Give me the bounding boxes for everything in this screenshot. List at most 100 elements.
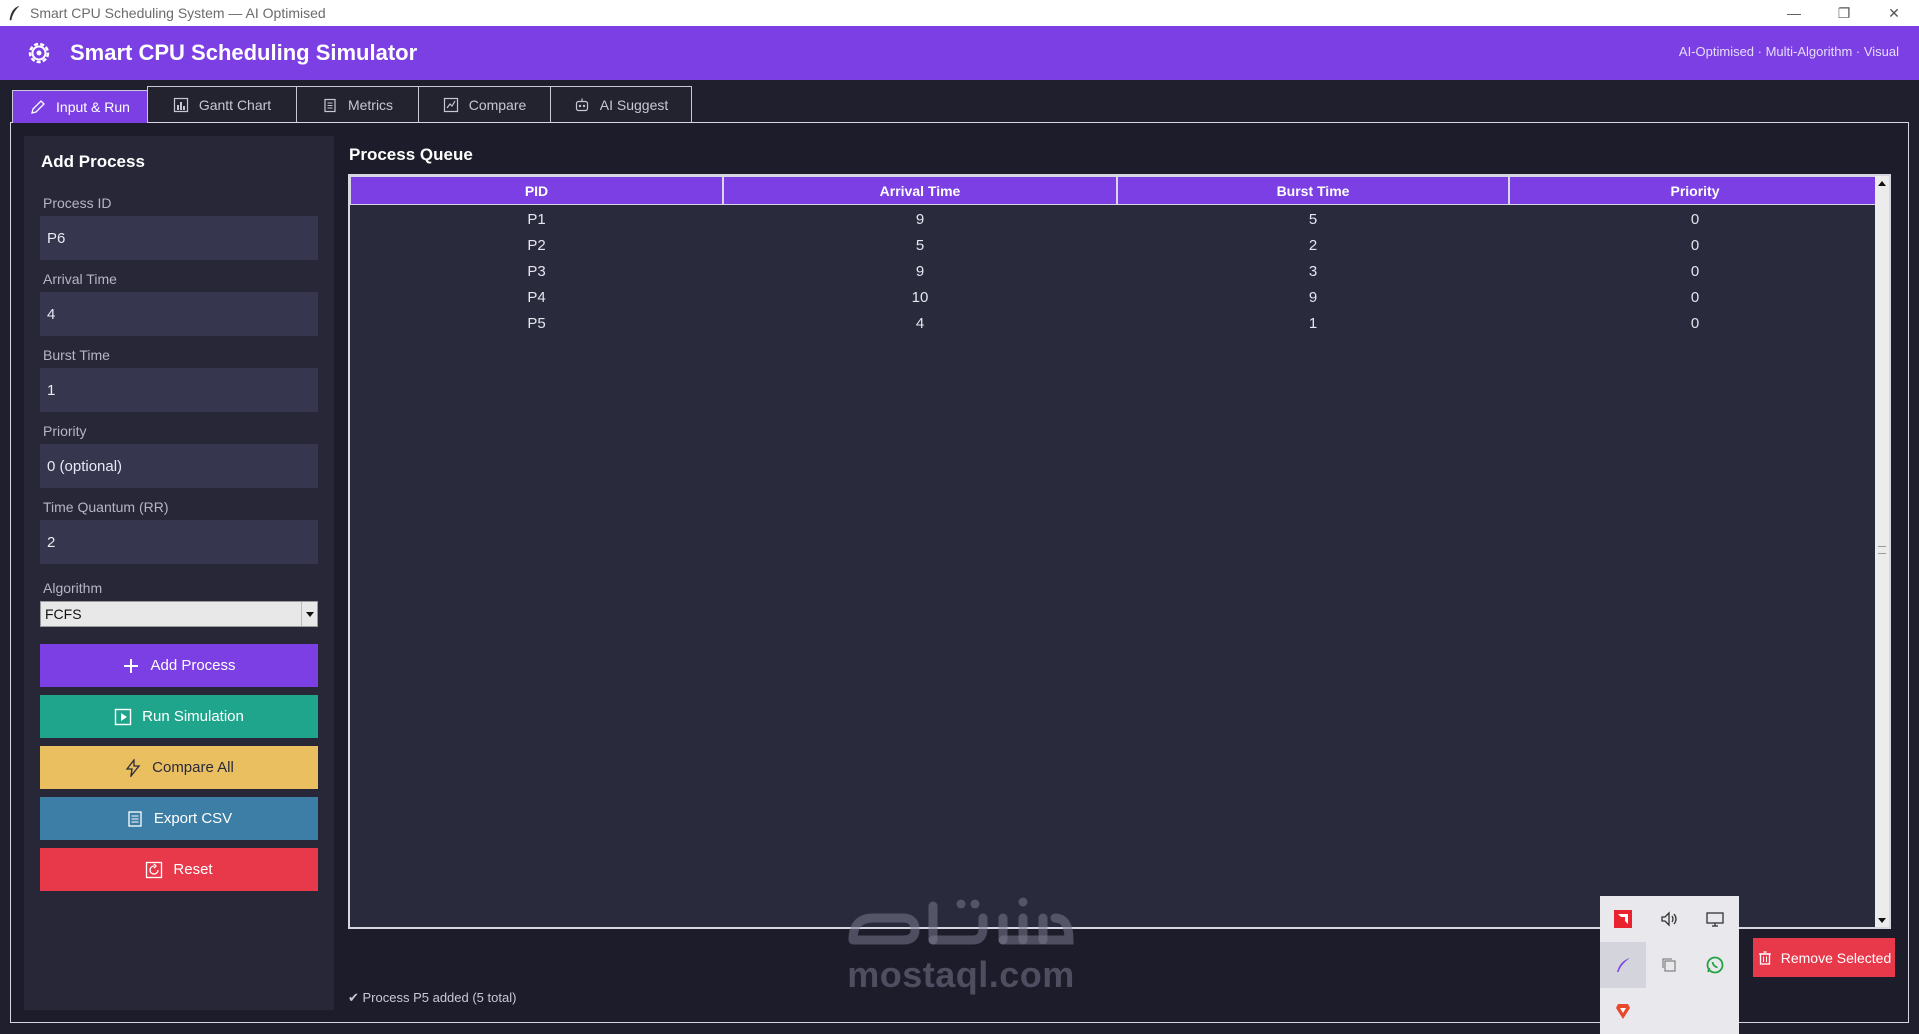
- clipboard-icon: [324, 98, 336, 112]
- cell-pid: P1: [527, 210, 546, 228]
- cell-burst: 1: [1308, 314, 1318, 332]
- window-title: Smart CPU Scheduling System — AI Optimis…: [30, 5, 326, 21]
- time-quantum-label: Time Quantum (RR): [43, 499, 169, 515]
- burst-time-input[interactable]: 1: [40, 368, 318, 412]
- table-header: PID Arrival Time Burst Time Priority: [350, 176, 1881, 205]
- scroll-up-icon[interactable]: [1875, 176, 1889, 190]
- add-process-label: Add Process: [150, 657, 236, 674]
- column-header-priority[interactable]: Priority: [1509, 176, 1881, 205]
- scroll-grip[interactable]: [1878, 546, 1886, 554]
- bar-chart-icon: [173, 97, 188, 112]
- gear-icon: [28, 42, 50, 64]
- cell-arrival: 9: [915, 210, 925, 228]
- tab-label: Input & Run: [56, 99, 130, 115]
- algorithm-label: Algorithm: [43, 580, 103, 596]
- cell-burst: 5: [1308, 210, 1318, 228]
- remove-selected-button[interactable]: Remove Selected: [1753, 938, 1895, 977]
- panel-title: Add Process: [41, 152, 145, 171]
- brave-icon[interactable]: [1600, 988, 1646, 1034]
- compare-all-label: Compare All: [152, 759, 234, 776]
- add-process-button[interactable]: Add Process: [40, 644, 318, 687]
- app-tagline: AI-Optimised · Multi-Algorithm · Visual: [1678, 44, 1899, 59]
- pencil-icon: [31, 100, 45, 114]
- feather-icon: [9, 5, 20, 21]
- cell-priority: 0: [1690, 236, 1700, 254]
- table-row[interactable]: P1 9 5 0: [350, 206, 1881, 232]
- cell-priority: 0: [1690, 288, 1700, 306]
- process-queue-table: PID Arrival Time Burst Time Priority P1 …: [348, 174, 1891, 929]
- cell-pid: P4: [527, 288, 546, 306]
- priority-label: Priority: [43, 423, 87, 439]
- burst-time-label: Burst Time: [43, 347, 110, 363]
- process-queue-title: Process Queue: [349, 145, 473, 164]
- cell-priority: 0: [1690, 262, 1700, 280]
- column-header-arrival-time[interactable]: Arrival Time: [723, 176, 1117, 205]
- vertical-scrollbar[interactable]: [1875, 176, 1889, 927]
- whatsapp-icon[interactable]: [1692, 942, 1738, 988]
- tab-input-run[interactable]: Input & Run: [12, 90, 148, 123]
- tab-label: AI Suggest: [599, 96, 669, 113]
- cell-priority: 0: [1690, 210, 1700, 228]
- reset-label: Reset: [173, 861, 213, 878]
- watermark-arabic-logo: [848, 897, 1074, 945]
- compare-icon: [443, 97, 458, 112]
- cell-burst: 9: [1308, 288, 1318, 306]
- system-tray-overflow: [1600, 896, 1739, 1034]
- run-simulation-button[interactable]: Run Simulation: [40, 695, 318, 738]
- priority-input[interactable]: 0 (optional): [40, 444, 318, 488]
- run-simulation-label: Run Simulation: [142, 708, 244, 725]
- window-titlebar: Smart CPU Scheduling System — AI Optimis…: [0, 0, 1919, 26]
- tab-compare[interactable]: Compare: [418, 86, 551, 122]
- display-icon[interactable]: [1692, 896, 1738, 942]
- trash-icon: [1758, 950, 1771, 965]
- table-row[interactable]: P4 10 9 0: [350, 284, 1881, 310]
- export-csv-button[interactable]: Export CSV: [40, 797, 318, 840]
- minimize-button[interactable]: —: [1769, 0, 1819, 26]
- tab-bar: Input & Run Gantt Chart Metrics Compare …: [12, 86, 692, 123]
- table-row[interactable]: P2 5 2 0: [350, 232, 1881, 258]
- cell-arrival: 9: [915, 262, 925, 280]
- cell-arrival: 5: [915, 236, 925, 254]
- copy-icon[interactable]: [1646, 942, 1692, 988]
- compare-all-button[interactable]: Compare All: [40, 746, 318, 789]
- table-body: P1 9 5 0 P2 5 2 0 P3 9 3 0 P4 10 9 0 P5 …: [350, 206, 1881, 336]
- cell-burst: 2: [1308, 236, 1318, 254]
- cell-burst: 3: [1308, 262, 1318, 280]
- plus-icon: [124, 658, 139, 673]
- reset-button[interactable]: Reset: [40, 848, 318, 891]
- tab-metrics[interactable]: Metrics: [296, 86, 419, 122]
- tab-label: Gantt Chart: [198, 96, 272, 113]
- time-quantum-input[interactable]: 2: [40, 520, 318, 564]
- app-title: Smart CPU Scheduling Simulator: [70, 40, 418, 65]
- process-id-label: Process ID: [43, 195, 112, 211]
- tab-gantt-chart[interactable]: Gantt Chart: [147, 86, 297, 122]
- maximize-button[interactable]: ❐: [1819, 0, 1869, 26]
- speaker-icon[interactable]: [1646, 896, 1692, 942]
- table-row[interactable]: P3 9 3 0: [350, 258, 1881, 284]
- algorithm-select[interactable]: FCFS: [40, 601, 318, 627]
- chevron-down-icon[interactable]: [301, 602, 317, 626]
- cell-arrival: 10: [911, 288, 929, 306]
- column-header-burst-time[interactable]: Burst Time: [1117, 176, 1509, 205]
- refresh-icon: [146, 861, 163, 878]
- scroll-down-icon[interactable]: [1875, 913, 1889, 927]
- remove-selected-label: Remove Selected: [1780, 949, 1892, 966]
- play-icon: [114, 708, 132, 725]
- lightning-icon: [125, 758, 141, 777]
- arrival-time-label: Arrival Time: [43, 271, 117, 287]
- process-id-input[interactable]: P6: [40, 216, 318, 260]
- mostaql-watermark: mostaql.com: [843, 888, 1079, 1008]
- algorithm-value: FCFS: [45, 606, 82, 622]
- cell-priority: 0: [1690, 314, 1700, 332]
- table-row[interactable]: P5 4 1 0: [350, 310, 1881, 336]
- feather-app-icon[interactable]: [1600, 942, 1646, 988]
- arrival-time-input[interactable]: 4: [40, 292, 318, 336]
- export-csv-label: Export CSV: [153, 810, 233, 827]
- column-header-pid[interactable]: PID: [350, 176, 723, 205]
- close-button[interactable]: ✕: [1869, 0, 1919, 26]
- amd-icon[interactable]: [1600, 896, 1646, 942]
- document-icon: [128, 810, 142, 827]
- cell-pid: P2: [527, 236, 546, 254]
- app-header: Smart CPU Scheduling Simulator AI-Optimi…: [0, 26, 1919, 80]
- tab-ai-suggest[interactable]: AI Suggest: [550, 86, 692, 122]
